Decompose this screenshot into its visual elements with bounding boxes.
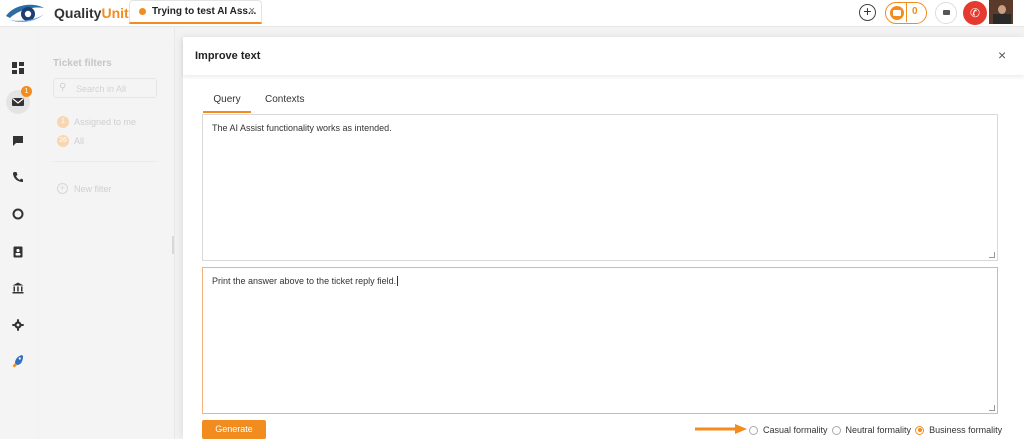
arrow-right-icon: [695, 424, 747, 434]
filters-title: Ticket filters: [53, 58, 112, 69]
mail-count: 0: [912, 6, 918, 17]
radio-label: Neutral formality: [845, 425, 912, 435]
filter-label: All: [74, 136, 85, 146]
quality-unit-logo-icon: [6, 4, 44, 22]
contacts-icon[interactable]: [6, 240, 30, 264]
panel-resize-handle[interactable]: [172, 236, 174, 254]
radio-circle[interactable]: [915, 425, 925, 435]
dialog-title: Improve text: [195, 50, 261, 62]
chat-icon[interactable]: [6, 129, 30, 153]
rocket-icon[interactable]: [6, 348, 30, 372]
radio-casual-formality[interactable]: Casual formality: [749, 425, 828, 435]
formality-radio-group: Casual formality Neutral formality Busin…: [749, 423, 1006, 437]
tab-status-dot: [139, 8, 146, 15]
resize-handle-icon[interactable]: [989, 405, 995, 411]
query-result-textarea[interactable]: The AI Assist functionality works as int…: [202, 114, 998, 261]
reports-icon[interactable]: [6, 202, 30, 226]
mail-icon: [890, 6, 904, 20]
close-icon[interactable]: ×: [998, 47, 1006, 63]
prompt-text: Print the answer above to the ticket rep…: [212, 276, 399, 286]
phone-icon[interactable]: ✆: [963, 1, 987, 25]
radio-label: Casual formality: [763, 425, 828, 435]
new-filter-label: New filter: [74, 183, 112, 194]
new-filter-button[interactable]: + New filter: [57, 183, 112, 194]
phone-icon[interactable]: [6, 165, 30, 189]
mail-badge: 1: [21, 86, 32, 97]
generate-button[interactable]: Generate: [202, 420, 266, 439]
tab-query[interactable]: Query: [203, 94, 251, 113]
ticket-filters-panel: Ticket filters ⚲ Search in All 1 Assigne…: [40, 28, 175, 439]
search-placeholder: Search in All: [76, 84, 127, 94]
search-icon: ⚲: [59, 82, 67, 93]
query-result-text: The AI Assist functionality works as int…: [212, 123, 392, 133]
chat-icon[interactable]: [935, 2, 957, 24]
radio-label: Business formality: [929, 425, 1003, 435]
mail-icon[interactable]: 1: [6, 86, 32, 114]
mail-status-button[interactable]: 0: [885, 2, 927, 24]
filter-item-assigned[interactable]: 1 Assigned to me: [57, 116, 136, 128]
radio-circle[interactable]: [749, 425, 758, 435]
filters-search-input[interactable]: ⚲ Search in All: [53, 78, 157, 98]
add-icon[interactable]: +: [859, 4, 876, 21]
filter-item-all[interactable]: 26 All: [57, 135, 84, 147]
radio-neutral-formality[interactable]: Neutral formality: [831, 425, 912, 435]
app-name: QualityUnit: [54, 5, 129, 21]
ticket-tab-title: Trying to test AI Ass...: [152, 6, 257, 17]
settings-icon[interactable]: [6, 313, 30, 337]
left-navigation: 1: [0, 28, 36, 439]
prompt-textarea[interactable]: Print the answer above to the ticket rep…: [202, 267, 998, 414]
close-tab-icon[interactable]: ×: [249, 5, 255, 17]
text-caret: [397, 276, 399, 286]
plus-icon: +: [57, 183, 68, 194]
tab-contexts[interactable]: Contexts: [265, 94, 304, 113]
resize-handle-icon[interactable]: [989, 252, 995, 258]
radio-circle[interactable]: [831, 425, 841, 435]
avatar[interactable]: [989, 0, 1013, 24]
radio-business-formality[interactable]: Business formality: [915, 425, 1002, 435]
filter-count-badge: 26: [57, 135, 69, 147]
dialog-header: Improve text ×: [183, 37, 1024, 75]
ticket-tab[interactable]: Trying to test AI Ass... ×: [129, 0, 262, 24]
dashboard-icon[interactable]: [6, 56, 30, 80]
improve-text-dialog: Improve text × Query Contexts The AI Ass…: [183, 37, 1024, 439]
bank-icon[interactable]: [6, 276, 30, 300]
top-bar: QualityUnit Trying to test AI Ass... × +…: [0, 0, 1024, 27]
filter-label: Assigned to me: [74, 117, 137, 127]
filter-count-badge: 1: [57, 116, 69, 128]
